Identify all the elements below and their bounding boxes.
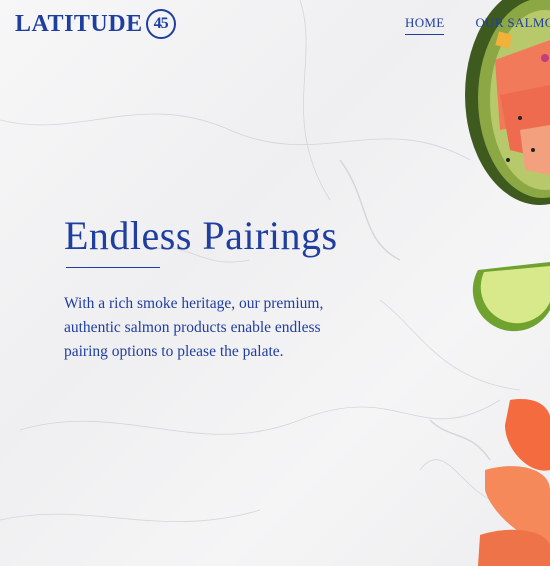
hero-title: Endless Pairings [64, 213, 338, 258]
nav-our-salmon[interactable]: OUR SALMON [475, 15, 550, 35]
hero-description: With a rich smoke heritage, our premium,… [64, 295, 324, 360]
marble-background [0, 0, 521, 523]
smoked-salmon-slices [478, 399, 550, 566]
main-nav: HOME OUR SALMON [405, 15, 550, 35]
title-divider [66, 267, 160, 268]
nav-home[interactable]: HOME [405, 15, 445, 35]
lime-wedge [472, 262, 550, 332]
food-photo [465, 0, 550, 566]
brand-name: LATITUDE [15, 10, 143, 37]
logo-badge-icon: 45 [145, 9, 176, 39]
brand-logo[interactable]: LATITUDE 45 [15, 9, 176, 39]
site-header: LATITUDE 45 HOME OUR SALMON [0, 0, 550, 50]
